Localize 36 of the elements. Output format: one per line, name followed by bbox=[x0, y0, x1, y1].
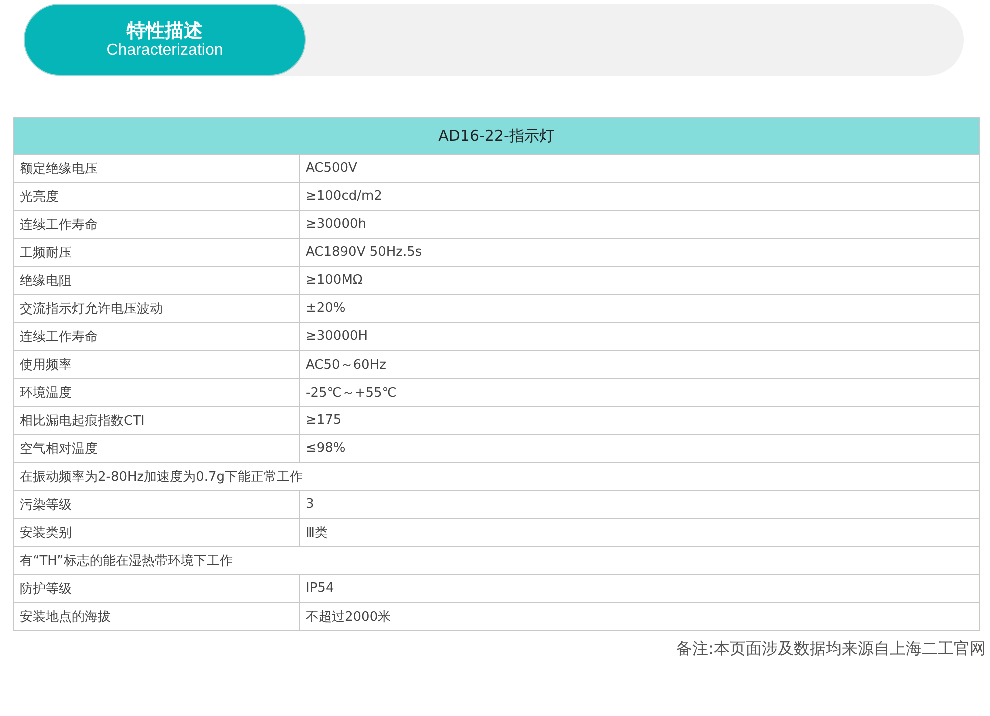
table-cell: 空气相对温度 bbox=[14, 434, 300, 462]
table-cell: 连续工作寿命 bbox=[14, 322, 300, 350]
table-cell: 额定绝缘电压 bbox=[14, 154, 300, 182]
table-cell: ≤98% bbox=[300, 434, 980, 462]
section-title: 特性描述 bbox=[127, 20, 203, 42]
table-cell: -25℃～+55℃ bbox=[300, 378, 980, 406]
table-cell: 安装类别 bbox=[14, 518, 300, 546]
table-cell: 连续工作寿命 bbox=[14, 210, 300, 238]
table-cell: AC50～60Hz bbox=[300, 350, 980, 378]
table-cell: 相比漏电起痕指数CTI bbox=[14, 406, 300, 434]
table-cell: ≥100cd/m2 bbox=[300, 182, 980, 210]
table-cell: 使用频率 bbox=[14, 350, 300, 378]
table-cell: 不超过2000米 bbox=[300, 602, 980, 630]
table-cell: ±20% bbox=[300, 294, 980, 322]
table-cell: 安装地点的海拔 bbox=[14, 602, 300, 630]
footnote: 备注:本页面涉及数据均来源自上海二工官网 bbox=[676, 639, 986, 660]
table-cell: 有“TH”标志的能在湿热带环境下工作 bbox=[14, 546, 980, 574]
table-cell: 在振动频率为2-80Hz加速度为0.7g下能正常工作 bbox=[14, 462, 980, 490]
table-cell: ≥100MΩ bbox=[300, 266, 980, 294]
table-cell: 工频耐压 bbox=[14, 238, 300, 266]
table-cell: 光亮度 bbox=[14, 182, 300, 210]
table-header: AD16-22-指示灯 bbox=[14, 118, 980, 154]
section-subtitle: Characterization bbox=[106, 42, 224, 60]
table-cell: 3 bbox=[300, 490, 980, 518]
table-cell: 污染等级 bbox=[14, 490, 300, 518]
table-cell: 环境温度 bbox=[14, 378, 300, 406]
table-cell: ≥175 bbox=[300, 406, 980, 434]
table-cell: ≥30000H bbox=[300, 322, 980, 350]
table-cell: Ⅲ类 bbox=[300, 518, 980, 546]
table-cell: 绝缘电阻 bbox=[14, 266, 300, 294]
table-cell: AC1890V 50Hz.5s bbox=[300, 238, 980, 266]
table-cell: IP54 bbox=[300, 574, 980, 602]
table-cell: AC500V bbox=[300, 154, 980, 182]
table-cell: 交流指示灯允许电压波动 bbox=[14, 294, 300, 322]
table-cell: ≥30000h bbox=[300, 210, 980, 238]
table-cell: 防护等级 bbox=[14, 574, 300, 602]
